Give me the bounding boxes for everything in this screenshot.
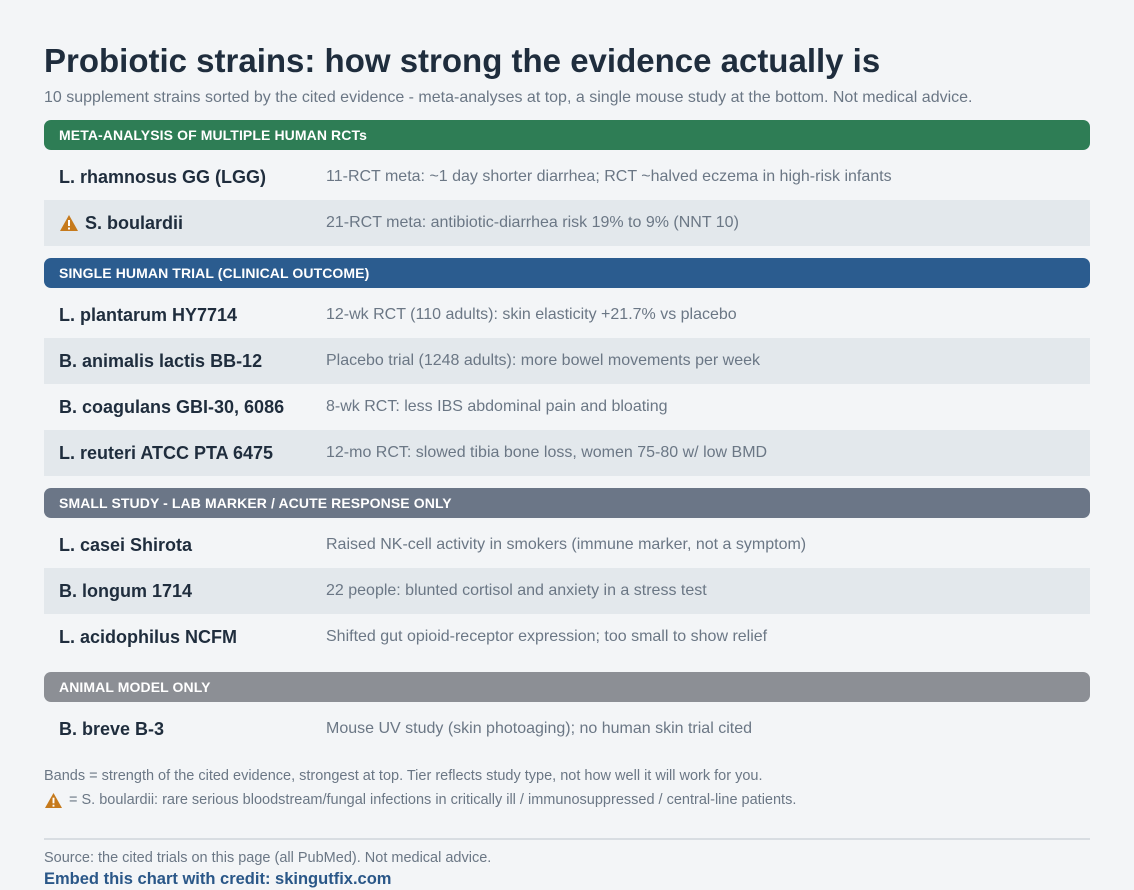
warning-triangle-icon — [60, 215, 78, 231]
table-row: B. longum 1714 22 people: blunted cortiso… — [44, 568, 1090, 614]
strain-name-cell: B. breve B-3 — [44, 719, 326, 740]
evidence-summary: 22 people: blunted cortisol and anxiety … — [326, 582, 707, 599]
table-row: L. rhamnosus GG (LGG) 11-RCT meta: ~1 day… — [44, 154, 1090, 200]
evidence-summary: 12-mo RCT: slowed tibia bone loss, women… — [326, 444, 768, 461]
page-subtitle: 10 supplement strains sorted by the cite… — [44, 89, 973, 106]
strain-name-cell: L. casei Shirota — [44, 535, 326, 556]
strain-name: L. casei Shirota — [59, 534, 193, 555]
strain-name-cell: L. acidophilus NCFM — [44, 627, 326, 648]
table-row: L. casei Shirota Raised NK-cell activity … — [44, 522, 1090, 568]
tier-single-trial: SINGLE HUMAN TRIAL (CLINICAL OUTCOME) L. … — [44, 258, 1090, 476]
evidence-summary: Placebo trial (1248 adults): more bowel … — [326, 352, 760, 369]
evidence-summary: 11-RCT meta: ~1 day shorter diarrhea; RC… — [326, 168, 892, 185]
strain-name-cell: B. coagulans GBI-30, 6086 — [44, 397, 326, 418]
notes: Bands = strength of the cited evidence, … — [44, 764, 1090, 812]
strain-name-cell: L. plantarum HY7714 — [44, 305, 326, 326]
strain-name: B. coagulans GBI-30, 6086 — [59, 396, 285, 417]
strain-name-cell: L. reuteri ATCC PTA 6475 — [44, 443, 326, 464]
tier-animal-model: ANIMAL MODEL ONLY B. breve B-3 Mouse UV st… — [44, 672, 1090, 752]
strain-name: L. rhamnosus GG (LGG) — [59, 166, 267, 187]
strain-name: B. breve B-3 — [59, 718, 165, 739]
strain-name: S. boulardii — [85, 212, 184, 233]
tier-band-label: ANIMAL MODEL ONLY — [44, 672, 1090, 702]
footer-divider — [44, 838, 1090, 840]
table-row: B. animalis lactis BB-12 Placebo trial (1… — [44, 338, 1090, 384]
strain-name-cell: S. boulardii — [44, 213, 326, 234]
table-row: L. plantarum HY7714 12-wk RCT (110 adults… — [44, 292, 1090, 338]
warning-triangle-icon — [45, 792, 62, 808]
tier-meta-analysis: META-ANALYSIS OF MULTIPLE HUMAN RCTs L. r… — [44, 120, 1090, 246]
table-row: B. breve B-3 Mouse UV study (skin photoag… — [44, 706, 1090, 752]
embed-credit: Embed this chart with credit: skingutfix… — [44, 870, 392, 888]
warning-note-text: = S. boulardii: rare serious bloodstream… — [69, 792, 797, 808]
tier-band-label: SMALL STUDY - LAB MARKER / ACUTE RESPONS… — [44, 488, 1090, 518]
page: Probiotic strains: how strong the eviden… — [0, 0, 1134, 890]
strain-name: L. acidophilus NCFM — [59, 626, 237, 647]
bands-note: Bands = strength of the cited evidence, … — [44, 768, 763, 784]
tier-band-label: META-ANALYSIS OF MULTIPLE HUMAN RCTs — [44, 120, 1090, 150]
table-row: L. reuteri ATCC PTA 6475 12-mo RCT: slowe… — [44, 430, 1090, 476]
table-row: S. boulardii 21-RCT meta: antibiotic-diar… — [44, 200, 1090, 246]
evidence-summary: 12-wk RCT (110 adults): skin elasticity … — [326, 306, 737, 323]
page-title: Probiotic strains: how strong the eviden… — [44, 42, 881, 79]
strain-name-cell: L. rhamnosus GG (LGG) — [44, 167, 326, 188]
evidence-summary: Mouse UV study (skin photoaging); no hum… — [326, 720, 752, 737]
table-row: B. coagulans GBI-30, 6086 8-wk RCT: less … — [44, 384, 1090, 430]
strain-name: L. plantarum HY7714 — [59, 304, 238, 325]
strain-name: B. animalis lactis BB-12 — [59, 350, 263, 371]
strain-name-cell: B. longum 1714 — [44, 581, 326, 602]
evidence-table: META-ANALYSIS OF MULTIPLE HUMAN RCTs L. r… — [44, 120, 1090, 752]
evidence-summary: Shifted gut opioid-receptor expression; … — [326, 628, 768, 645]
evidence-summary: 8-wk RCT: less IBS abdominal pain and bl… — [326, 398, 668, 415]
warning-note: = S. boulardii: rare serious bloodstream… — [44, 788, 1090, 812]
evidence-summary: Raised NK-cell activity in smokers (immu… — [326, 536, 807, 553]
table-row: L. acidophilus NCFM Shifted gut opioid-re… — [44, 614, 1090, 660]
evidence-summary: 21-RCT meta: antibiotic-diarrhea risk 19… — [326, 214, 739, 231]
tier-band-label: SINGLE HUMAN TRIAL (CLINICAL OUTCOME) — [44, 258, 1090, 288]
strain-name-cell: B. animalis lactis BB-12 — [44, 351, 326, 372]
strain-name: B. longum 1714 — [59, 580, 193, 601]
strain-name: L. reuteri ATCC PTA 6475 — [59, 442, 274, 463]
source-note: Source: the cited trials on this page (a… — [44, 850, 492, 866]
tier-small-study: SMALL STUDY - LAB MARKER / ACUTE RESPONS… — [44, 488, 1090, 660]
